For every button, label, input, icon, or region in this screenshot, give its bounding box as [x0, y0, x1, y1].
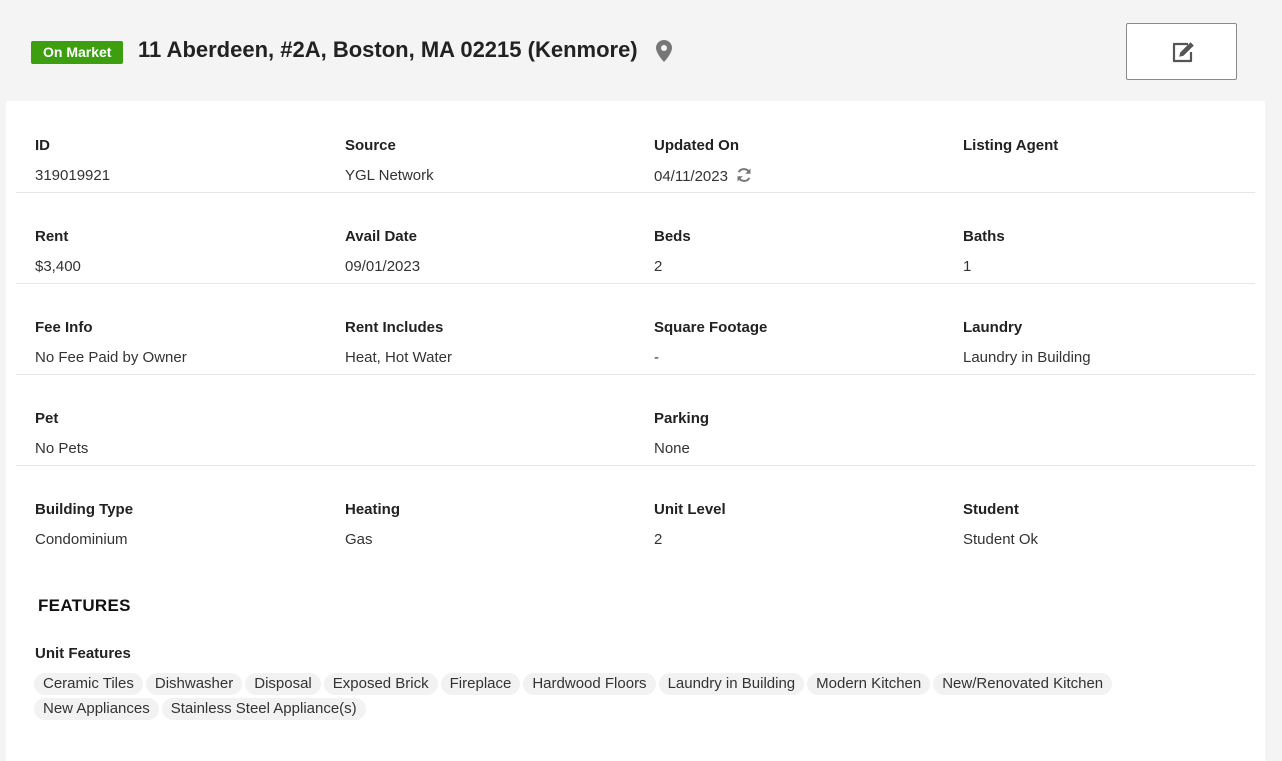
feature-tag: Disposal: [245, 673, 321, 695]
feature-tag: Fireplace: [440, 673, 521, 695]
edit-icon: [1172, 42, 1194, 63]
detail-label: Listing Agent: [963, 137, 1059, 154]
detail-value: No Fee Paid by Owner: [35, 349, 187, 366]
features-heading: FEATURES: [38, 596, 131, 615]
detail-label: Rent: [35, 228, 69, 245]
status-badge: On Market: [31, 41, 124, 64]
detail-value: 04/11/2023: [654, 168, 728, 185]
details-row: Building Type Condominium Heating Gas Unit L…: [16, 465, 1255, 556]
detail-cell: Heating Gas: [326, 465, 626, 555]
feature-tag: Dishwasher: [145, 673, 243, 695]
detail-value: $3,400: [35, 258, 81, 275]
detail-label: Building Type: [35, 501, 134, 518]
detail-label: Square Footage: [654, 319, 768, 336]
detail-value: -: [654, 349, 659, 366]
feature-tag: New Appliances: [34, 698, 159, 720]
detail-value: YGL Network: [345, 167, 434, 184]
details-row: Rent $3,400 Avail Date 09/01/2023 Beds 2 Baths…: [16, 192, 1255, 284]
detail-value: 319019921: [35, 167, 111, 184]
detail-value: Gas: [345, 531, 373, 548]
detail-cell: Laundry Laundry in Building: [944, 283, 1244, 373]
detail-label: Fee Info: [35, 319, 93, 336]
detail-cell: Square Footage -: [635, 283, 935, 373]
feature-tag: Hardwood Floors: [523, 673, 656, 695]
detail-label: Parking: [654, 410, 710, 427]
detail-cell: Source YGL Network: [326, 101, 626, 191]
detail-value: 2: [654, 258, 663, 275]
detail-label: Source: [345, 137, 396, 154]
feature-tag: New/Renovated Kitchen: [933, 673, 1113, 695]
feature-tag: Laundry in Building: [658, 673, 805, 695]
detail-cell: Listing Agent: [944, 101, 1244, 191]
detail-value: Condominium: [35, 531, 128, 548]
detail-label: Student: [963, 501, 1019, 518]
detail-label: Heating: [345, 501, 401, 518]
detail-label: Unit Level: [654, 501, 726, 518]
detail-value: 09/01/2023: [345, 258, 421, 275]
detail-cell: Pet No Pets: [16, 374, 316, 464]
detail-cell: [944, 374, 1244, 464]
feature-tag: Modern Kitchen: [807, 673, 931, 695]
detail-label: Rent Includes: [345, 319, 444, 336]
feature-tag: Ceramic Tiles: [34, 673, 143, 695]
detail-label: Baths: [963, 228, 1005, 245]
detail-cell: Parking None: [635, 374, 935, 464]
detail-label: Beds: [654, 228, 691, 245]
detail-label: Updated On: [654, 137, 739, 154]
detail-cell: Fee Info No Fee Paid by Owner: [16, 283, 316, 373]
listing-address-title: 11 Aberdeen, #2A, Boston, MA 02215 (Kenm…: [138, 37, 638, 62]
detail-value: 2: [654, 531, 663, 548]
feature-tag: Exposed Brick: [323, 673, 438, 695]
detail-value: Laundry in Building: [963, 349, 1091, 366]
detail-cell: Rent $3,400: [16, 192, 316, 282]
detail-label: Pet: [35, 410, 59, 427]
detail-cell: Updated On 04/11/2023: [635, 101, 935, 191]
detail-cell: Rent Includes Heat, Hot Water: [326, 283, 626, 373]
detail-cell: Unit Level 2: [635, 465, 935, 555]
detail-value: Heat, Hot Water: [345, 349, 452, 366]
detail-value: 1: [963, 258, 972, 275]
detail-cell: [326, 374, 626, 464]
detail-label: Avail Date: [345, 228, 417, 245]
detail-label: Laundry: [963, 319, 1023, 336]
detail-value: No Pets: [35, 440, 89, 457]
edit-listing-button[interactable]: [1126, 23, 1237, 80]
detail-cell: Building Type Condominium: [16, 465, 316, 555]
map-pin-icon[interactable]: [656, 40, 672, 62]
detail-value: None: [654, 440, 690, 457]
detail-cell: Beds 2: [635, 192, 935, 282]
details-row: ID 319019921 Source YGL Network Updated On 04…: [16, 101, 1255, 193]
details-row: Fee Info No Fee Paid by Owner Rent Include…: [16, 283, 1255, 375]
listing-details-panel: ID 319019921 Source YGL Network Updated On 04…: [6, 101, 1265, 761]
detail-cell: Student Student Ok: [944, 465, 1244, 555]
refresh-icon[interactable]: [736, 167, 752, 183]
unit-features-tags: Ceramic Tiles Dishwasher Disposal Exposed B…: [34, 673, 1184, 723]
listing-header: On Market 11 Aberdeen, #2A, Boston, MA 0…: [0, 0, 1282, 100]
detail-value: Student Ok: [963, 531, 1039, 548]
unit-features-label: Unit Features: [35, 645, 131, 662]
detail-cell: Baths 1: [944, 192, 1244, 282]
feature-tag: Stainless Steel Appliance(s): [161, 698, 366, 720]
details-row: Pet No Pets Parking None: [16, 374, 1255, 466]
detail-label: ID: [35, 137, 50, 154]
detail-cell: ID 319019921: [16, 101, 316, 191]
detail-cell: Avail Date 09/01/2023: [326, 192, 626, 282]
